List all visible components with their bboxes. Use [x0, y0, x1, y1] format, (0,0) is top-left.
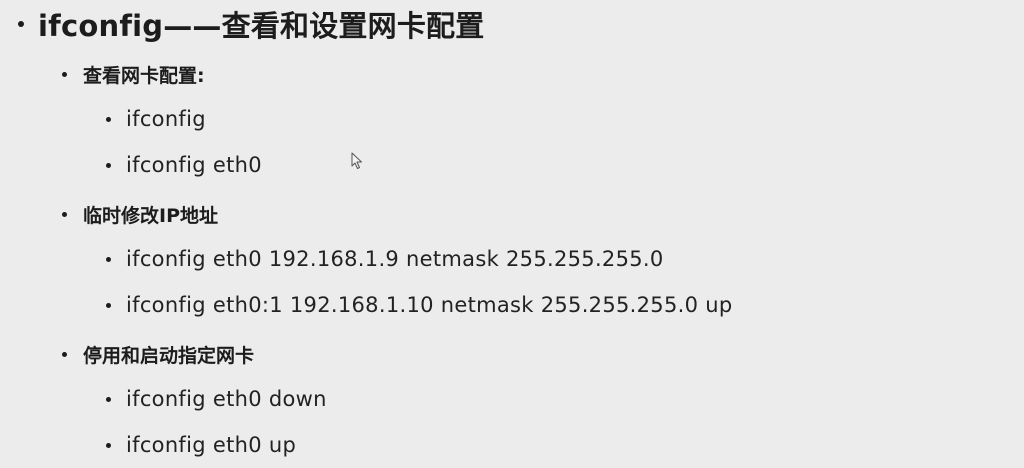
command-item: ifconfig eth0:1 192.168.1.10 netmask 255…	[106, 288, 732, 322]
section-heading: 查看网卡配置:	[83, 64, 205, 87]
item-bullet	[106, 116, 111, 122]
section-bullet	[62, 351, 67, 357]
command-item: ifconfig eth0 up	[106, 428, 296, 462]
command-item: ifconfig eth0	[106, 148, 262, 182]
item-bullet	[106, 256, 111, 262]
item-bullet	[106, 396, 111, 402]
section-heading-enable-disable: 停用和启动指定网卡	[62, 338, 254, 370]
command-text: ifconfig eth0:1 192.168.1.10 netmask 255…	[126, 293, 733, 317]
command-text: ifconfig eth0 192.168.1.9 netmask 255.25…	[126, 247, 664, 271]
command-item: ifconfig eth0 192.168.1.9 netmask 255.25…	[106, 242, 664, 276]
section-heading: 临时修改IP地址	[83, 204, 218, 227]
section-bullet	[62, 71, 67, 77]
slide-title: ifconfig——查看和设置网卡配置	[38, 9, 485, 43]
command-text: ifconfig	[126, 107, 206, 131]
command-text: ifconfig eth0	[126, 153, 262, 177]
slide: ifconfig——查看和设置网卡配置 查看网卡配置: ifconfig ifc…	[0, 0, 1024, 468]
title-bullet	[18, 21, 24, 27]
command-item: ifconfig eth0 down	[106, 382, 327, 416]
command-item: ifconfig	[106, 102, 206, 136]
slide-title-row: ifconfig——查看和设置网卡配置	[18, 2, 484, 46]
section-heading: 停用和启动指定网卡	[83, 344, 255, 367]
item-bullet	[106, 302, 111, 308]
command-text: ifconfig eth0 up	[126, 433, 297, 457]
item-bullet	[106, 162, 111, 168]
section-heading-temp-ip: 临时修改IP地址	[62, 198, 218, 230]
command-text: ifconfig eth0 down	[126, 387, 327, 411]
mouse-pointer-icon	[351, 152, 362, 169]
section-bullet	[62, 211, 67, 217]
section-heading-view-config: 查看网卡配置:	[62, 58, 205, 90]
item-bullet	[106, 442, 111, 448]
